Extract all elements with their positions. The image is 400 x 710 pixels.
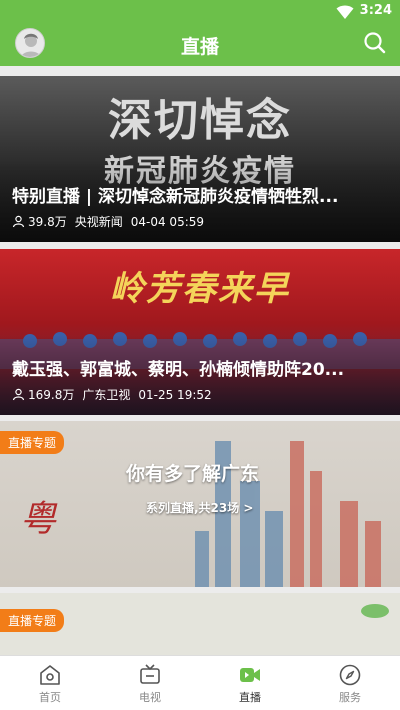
live-card[interactable]: 岭芳春来早 戴玉强、郭富城、蔡明、孙楠倾情助阵20... 169.8万 广东卫视… [0,249,400,415]
timestamp: 04-04 05:59 [130,214,205,229]
viewer-icon [12,388,25,401]
tab-label: 电视 [139,691,161,704]
poster-headline: 深切悼念 [108,95,292,146]
search-button[interactable] [362,30,388,56]
tab-label: 直播 [239,691,261,704]
tab-tv[interactable]: 电视 [100,656,200,710]
wifi-icon [336,5,354,19]
app-header: 直播 [0,24,400,66]
topic-card[interactable]: 直播专题 [0,593,400,655]
source-label: 央视新闻 [74,215,123,229]
topic-badge: 直播专题 [0,609,65,632]
bottom-tabbar: 首页 电视 直播 服务 [0,655,400,710]
tab-label: 服务 [339,691,361,704]
live-video-icon [240,668,260,682]
timestamp: 01-25 19:52 [138,387,212,402]
card-title: 特别直播 | 深切悼念新冠肺炎疫情牺牲烈... [12,187,339,207]
svg-text:粤: 粤 [20,499,58,540]
viewer-icon [12,215,25,228]
card-title: 戴玉强、郭富城、蔡明、孙楠倾情助阵20... [12,360,345,380]
topic-title: 你有多了解广东 [126,463,260,485]
tab-label: 首页 [39,691,61,704]
search-icon [364,32,386,54]
view-count: 169.8万 [28,388,75,402]
home-icon [40,665,60,685]
tab-services[interactable]: 服务 [300,656,400,710]
topic-subtitle-link[interactable]: 系列直播,共23场 > [146,499,254,516]
poster-headline: 岭芳春来早 [110,269,290,309]
live-card[interactable]: 深切悼念 新冠肺炎疫情 特别直播 | 深切悼念新冠肺炎疫情牺牲烈... 39.8… [0,76,400,242]
card-meta: 169.8万 广东卫视 01-25 19:52 [12,386,220,403]
compass-icon [339,664,361,686]
view-count: 39.8万 [28,215,67,229]
clock: 3:24 [359,3,392,18]
page-title: 直播 [180,36,219,58]
tab-home[interactable]: 首页 [0,656,100,710]
topic-badge: 直播专题 [0,431,65,454]
live-feed: 深切悼念 新冠肺炎疫情 特别直播 | 深切悼念新冠肺炎疫情牺牲烈... 39.8… [0,66,400,655]
topic-card[interactable]: 粤 直播专题 你有多了解广东 系列直播,共23场 > [0,421,400,587]
status-bar: 3:24 [0,0,400,24]
card-meta: 39.8万 央视新闻 04-04 05:59 [12,213,212,230]
source-label: 广东卫视 [82,388,131,402]
tv-icon [140,664,160,684]
tab-live[interactable]: 直播 [200,656,300,710]
